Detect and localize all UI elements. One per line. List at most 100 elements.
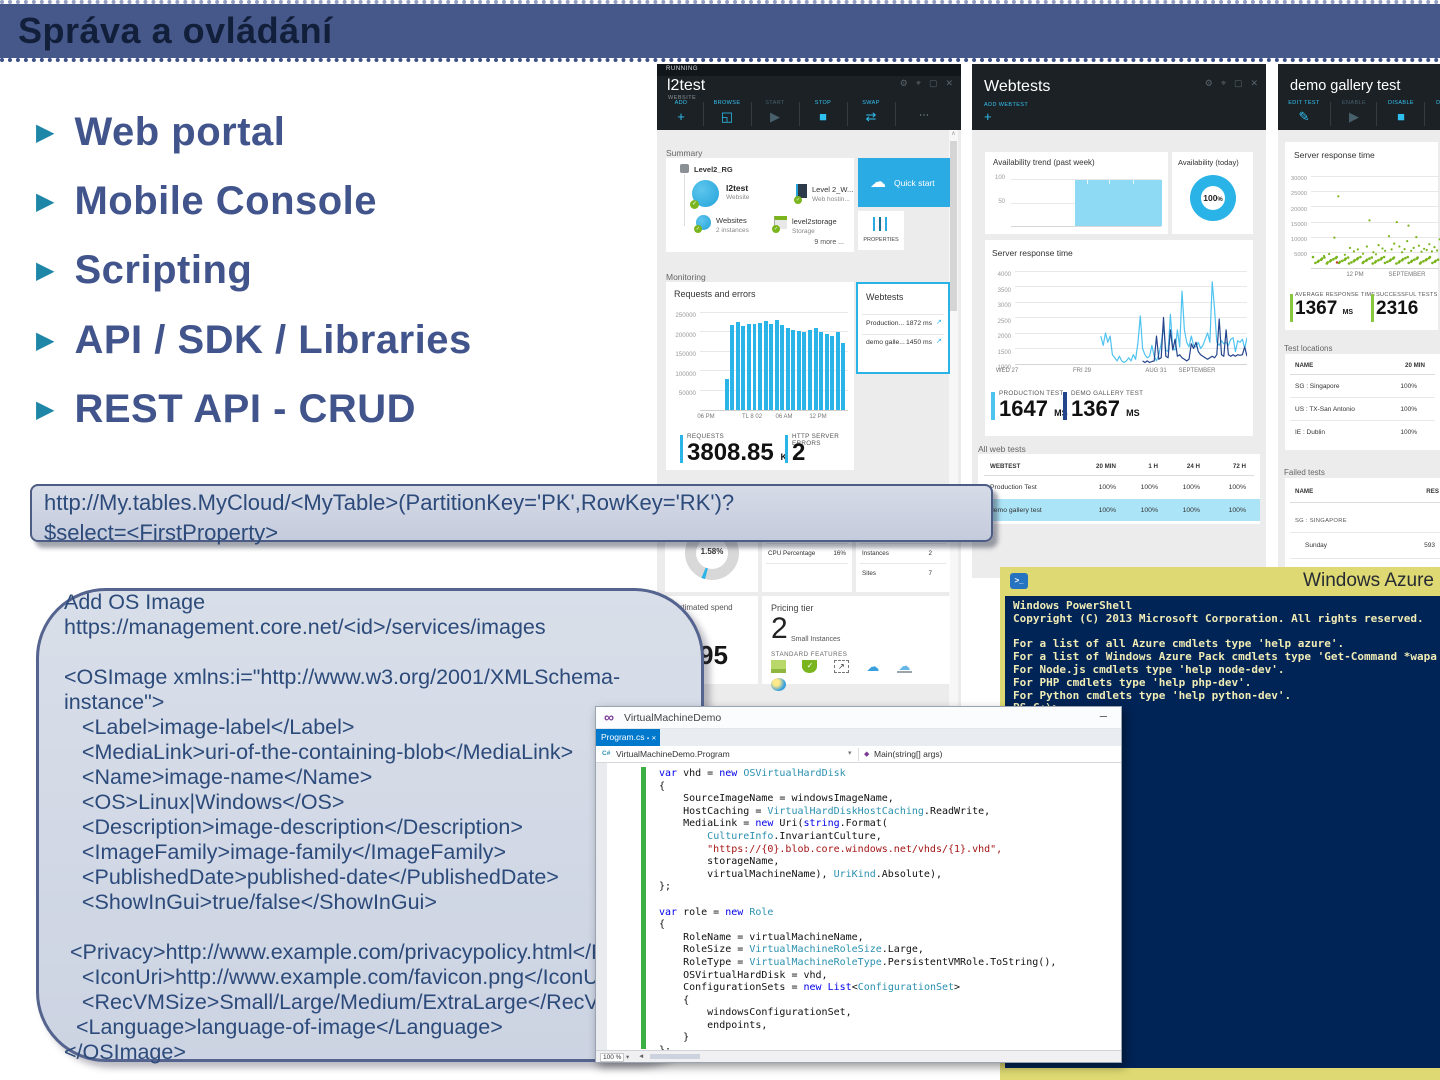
bullet-arrow-icon: ▶ — [36, 395, 55, 423]
quickstart-tile[interactable]: ☁ Quick start — [858, 158, 950, 207]
webtest-row[interactable]: Production... — [866, 320, 904, 327]
webtests-mini-card[interactable]: Webtests Production... 1872 ms ↗ demo ga… — [856, 282, 950, 374]
all-webtests-label: All web tests — [978, 444, 1026, 454]
location-row[interactable]: SG : Singapore 100% — [1295, 376, 1417, 396]
disable-button[interactable]: DISABLE ■ — [1378, 100, 1424, 124]
open-link-icon[interactable]: ↗ — [936, 337, 942, 345]
scroll-left-icon[interactable]: ◄ — [638, 1053, 644, 1060]
slide-title-bar: Správa a ovládání — [0, 4, 1440, 58]
pricing-tier-card[interactable]: Pricing tier 2 Small Instances STANDARD … — [762, 596, 950, 691]
vs-title-bar[interactable]: ∞ VirtualMachineDemo – — [596, 707, 1121, 729]
azure-panel-webtests: Webtests ⚙ ⌖ ▢ ✕ ADD WEBTEST + Availabil… — [972, 64, 1266, 578]
availability-today-card[interactable]: Availability (today) 100% — [1172, 152, 1253, 234]
table-row[interactable]: Production Test 100% 100% 100% 100% — [990, 477, 1246, 498]
webtest-detail-title: demo gallery test — [1290, 78, 1401, 94]
bullet-arrow-icon: ▶ — [36, 326, 55, 354]
header-dotted-line-bottom — [0, 58, 1440, 62]
cloud-sync-icon: ☁ — [896, 659, 912, 673]
pin-icon[interactable]: ▪ — [647, 736, 649, 742]
panel-scrollbar[interactable]: ∧ — [949, 130, 958, 720]
test-locations-label: Test locations — [1284, 344, 1333, 353]
swap-icon: ⇄ — [865, 109, 877, 124]
slide-root: Správa a ovládání ▶ Web portal ▶ Mobile Co… — [0, 0, 1440, 1080]
resource-group-icon — [680, 164, 689, 173]
failed-row[interactable]: Sunday 593 — [1305, 536, 1435, 554]
delete-button[interactable]: DELETE▯ — [1426, 100, 1440, 124]
add-icon[interactable]: + — [984, 109, 992, 124]
gear-icon[interactable]: ⚙ — [900, 78, 908, 89]
maximize-icon[interactable]: ▢ — [1234, 78, 1243, 89]
close-icon[interactable]: ✕ — [945, 78, 953, 89]
tab-program-cs[interactable]: Program.cs ▪ ✕ — [596, 729, 660, 746]
more-commands-button[interactable]: ⋯ — [919, 110, 929, 121]
enable-button[interactable]: ENABLE ▶ — [1332, 100, 1376, 124]
swap-button[interactable]: SWAP ⇄ — [849, 100, 893, 124]
code-editor[interactable]: var vhd = new OSVirtualHardDisk{ SourceI… — [596, 763, 1121, 1056]
properties-tile[interactable]: PROPERTIES — [858, 211, 904, 250]
chevron-down-icon[interactable]: ▾ — [848, 749, 852, 757]
rest-url-line1: http://My.tables.MyCloud/<MyTable>(Parti… — [44, 490, 735, 515]
more-resources-link[interactable]: 9 more ... — [814, 239, 844, 246]
webmatrix-icon — [771, 660, 786, 673]
rest-url-note: http://My.tables.MyCloud/<MyTable>(Parti… — [30, 484, 993, 545]
failed-group-label: SG : SINGAPORE — [1295, 518, 1347, 524]
bullet-web-portal: ▶ Web portal — [36, 110, 286, 154]
ok-check-icon: ✓ — [690, 200, 699, 209]
editor-gutter — [596, 763, 607, 1053]
tab-strip — [660, 729, 1121, 746]
vs-window-title: VirtualMachineDemo — [624, 712, 722, 724]
add-button[interactable]: ADD + — [659, 100, 703, 124]
table-row-selected[interactable]: demo gallery test 100% 100% 100% 100% — [990, 499, 1246, 521]
failed-tests-table: NAME RES SG : SINGAPORE Sunday 593 — [1285, 478, 1440, 578]
scrollbar-thumb[interactable] — [950, 141, 957, 311]
add-webtest-button[interactable]: ADD WEBTEST — [984, 102, 1028, 108]
browse-button[interactable]: BROWSE ◱ — [705, 100, 749, 124]
failed-tests-label: Failed tests — [1284, 468, 1325, 477]
maximize-icon[interactable]: ▢ — [929, 78, 938, 89]
pencil-icon: ✎ — [1298, 109, 1310, 124]
availability-trend-card[interactable]: Availability trend (past week) 100 50 — [985, 152, 1168, 234]
gear-icon[interactable]: ⚙ — [1205, 78, 1213, 89]
requests-bar-chart — [724, 310, 846, 410]
edit-test-button[interactable]: EDIT TEST ✎ — [1278, 100, 1330, 124]
y-axis-labels: 4000 3500 3000 2500 2000 1500 1000 — [997, 272, 1011, 371]
bullet-arrow-icon: ▶ — [36, 187, 55, 215]
summary-card[interactable]: Level2_RG ✓ l2test Website ✓ Level 2_W..… — [666, 158, 854, 252]
ok-check-icon: ✓ — [794, 196, 802, 204]
y-axis-labels: 30000 25000 20000 15000 10000 5000 — [1290, 176, 1307, 259]
webtests-table: WEBTEST 20 MIN 1 H 24 H 72 H Production … — [978, 454, 1260, 524]
monitoring-section-label: Monitoring — [666, 272, 706, 282]
vs-status-bar: 100 % ▾ ◄ — [596, 1050, 1121, 1062]
powershell-icon: >_ — [1010, 573, 1028, 589]
open-link-icon[interactable]: ↗ — [936, 318, 942, 326]
breadcrumb[interactable]: VirtualMachineDemo.Program — [616, 749, 730, 759]
requests-chart-card[interactable]: Requests and errors 250000 200000 150000 1… — [666, 282, 854, 470]
start-button[interactable]: START ▶ — [753, 100, 797, 124]
website-panel-header: RUNNING l2test WEBSITE ⚙ ⌖ ▢ ✕ ADD + BROW… — [657, 64, 961, 130]
minimize-icon[interactable]: – — [1100, 708, 1107, 723]
stop-icon: ■ — [1397, 109, 1405, 124]
response-time-card[interactable]: Server response time 4000 3500 3000 2500 2… — [985, 240, 1253, 436]
scroll-up-icon[interactable]: ∧ — [949, 130, 958, 137]
webtest-row[interactable]: demo galle... — [866, 339, 905, 346]
response-line-chart — [1015, 268, 1248, 366]
pin-icon[interactable]: ⌖ — [1221, 78, 1226, 89]
close-tab-icon[interactable]: ✕ — [651, 736, 656, 742]
pin-icon[interactable]: ⌖ — [916, 78, 921, 89]
close-icon[interactable]: ✕ — [1250, 78, 1258, 89]
play-icon: ▶ — [770, 109, 780, 124]
trash-icon: ▯ — [1426, 110, 1440, 124]
method-dropdown[interactable]: Main(string[] args) — [874, 749, 943, 759]
zoom-dropdown-icon[interactable]: ▾ — [626, 1053, 629, 1061]
bullet-arrow-icon: ▶ — [36, 118, 55, 146]
webtests-title: Webtests — [984, 78, 1051, 95]
horizontal-scrollbar-thumb[interactable] — [650, 1054, 700, 1059]
stop-button[interactable]: STOP ■ — [801, 100, 845, 124]
location-row[interactable]: US : TX-San Antonio 100% — [1295, 399, 1417, 419]
location-row[interactable]: IE : Dublin 100% — [1295, 422, 1417, 442]
add-icon: + — [677, 109, 685, 124]
scatter-card[interactable]: Server response time 30000 25000 20000 150… — [1285, 142, 1440, 330]
change-tracking-bar — [641, 767, 646, 1049]
zoom-level[interactable]: 100 % — [600, 1053, 625, 1062]
bullet-api-sdk: ▶ API / SDK / Libraries — [36, 318, 472, 362]
